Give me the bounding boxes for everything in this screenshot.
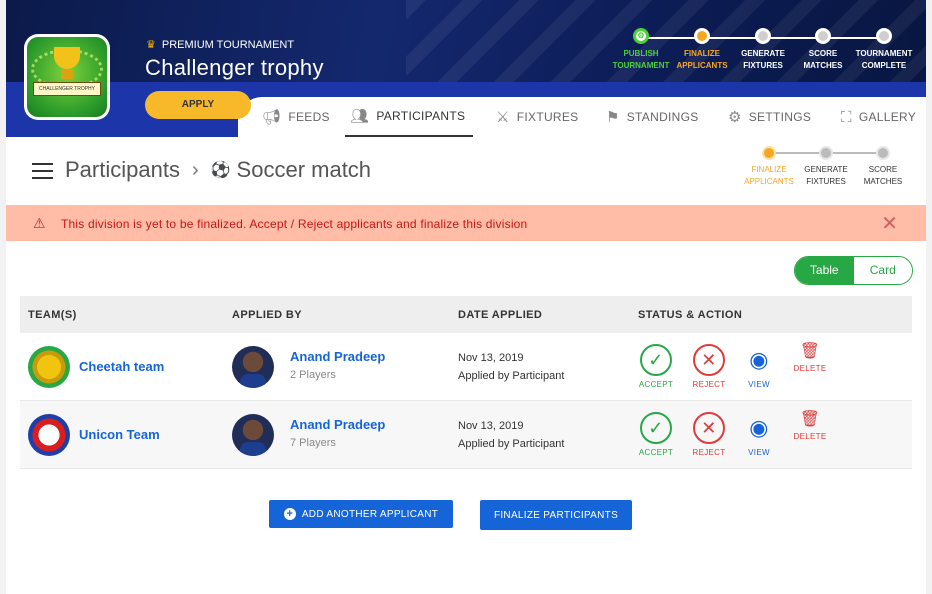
avatar bbox=[232, 346, 274, 388]
tab-settings[interactable]: ⚙ SETTINGS bbox=[728, 97, 811, 137]
calendar-icon bbox=[876, 146, 890, 160]
header-teams: TEAM(S) bbox=[28, 308, 77, 321]
step-generate-fixtures[interactable]: GENERATE FIXTURES bbox=[796, 146, 856, 188]
step-finalize-applicants[interactable]: FINALIZE APPLICANTS bbox=[739, 146, 799, 188]
tournament-tabs: 📢︎ FEEDS 👥︎ PARTICIPANTS ⚔︎ FIXTURES ⚑ S… bbox=[238, 97, 926, 137]
chevron-right-icon: › bbox=[191, 158, 199, 181]
premium-label: PREMIUM TOURNAMENT bbox=[161, 38, 295, 51]
breadcrumb-participants[interactable]: Participants bbox=[65, 157, 180, 183]
logo-ribbon: CHALLENGER TROPHY bbox=[33, 82, 101, 96]
user-icon bbox=[694, 28, 710, 44]
applicant-name[interactable]: Anand Pradeep bbox=[290, 417, 385, 432]
team-name[interactable]: Cheetah team bbox=[79, 359, 164, 374]
fixtures-icon bbox=[819, 146, 833, 160]
participants-table: TEAM(S) APPLIED BY DATE APPLIED STATUS &… bbox=[20, 296, 912, 469]
add-another-applicant-button[interactable]: + ADD ANOTHER APPLICANT bbox=[269, 500, 453, 528]
accept-button[interactable]: ✓ ACCEPT bbox=[631, 412, 681, 457]
reject-button[interactable]: ✕ REJECT bbox=[684, 412, 734, 457]
plus-icon: + bbox=[283, 508, 296, 520]
soccer-ball-icon: ⚽ bbox=[210, 162, 231, 179]
header-status-action: STATUS & ACTION bbox=[638, 308, 743, 321]
team-name[interactable]: Unicon Team bbox=[79, 427, 160, 442]
team-logo bbox=[28, 414, 70, 456]
breadcrumb: Participants › ⚽ Soccer match bbox=[65, 157, 371, 183]
applicant-name[interactable]: Anand Pradeep bbox=[290, 349, 385, 364]
close-icon: ✕ bbox=[693, 344, 725, 376]
participants-icon: 👥︎ bbox=[350, 108, 370, 125]
close-icon: ✕ bbox=[693, 412, 725, 444]
header-date-applied: DATE APPLIED bbox=[458, 308, 543, 321]
finalize-alert: ⚠ This division is yet to be finalized. … bbox=[6, 205, 926, 241]
user-icon bbox=[762, 146, 776, 160]
megaphone-icon: 📢︎ bbox=[262, 109, 282, 126]
view-button[interactable]: ◉ VIEW bbox=[734, 344, 784, 389]
fixtures-icon: ⚔︎ bbox=[496, 109, 510, 126]
step-finalize-applicants[interactable]: FINALIZE APPLICANTS bbox=[667, 28, 737, 72]
view-toggle: Table Card bbox=[794, 256, 913, 285]
calendar-icon bbox=[815, 28, 831, 44]
premium-badge: ♛ PREMIUM TOURNAMENT bbox=[146, 38, 295, 52]
table-row: Cheetah team Anand Pradeep 2 Players Nov… bbox=[20, 333, 912, 401]
reject-button[interactable]: ✕ REJECT bbox=[684, 344, 734, 389]
table-row: Unicon Team Anand Pradeep 7 Players Nov … bbox=[20, 401, 912, 469]
card-view-button[interactable]: Card bbox=[853, 257, 912, 284]
tournament-logo: CHALLENGER TROPHY bbox=[24, 34, 110, 120]
date-applied: Nov 13, 2019 bbox=[458, 420, 524, 432]
date-applied: Nov 13, 2019 bbox=[458, 352, 524, 364]
gear-icon: ⚙ bbox=[633, 28, 649, 44]
trash-icon: 🗑︎ bbox=[799, 411, 821, 428]
step-score-matches[interactable]: SCORE MATCHES bbox=[788, 28, 858, 72]
applied-by-label: Applied by Participant bbox=[458, 438, 565, 450]
delete-button[interactable]: 🗑︎ DELETE bbox=[785, 341, 835, 373]
header-applied-by: APPLIED BY bbox=[232, 308, 303, 321]
finalize-participants-button[interactable]: FINALIZE PARTICIPANTS bbox=[480, 500, 632, 530]
applied-by-label: Applied by Participant bbox=[458, 370, 565, 382]
gear-icon: ⚙ bbox=[728, 109, 742, 126]
team-logo bbox=[28, 346, 70, 388]
tab-feeds[interactable]: 📢︎ FEEDS bbox=[262, 97, 330, 137]
trash-icon: 🗑︎ bbox=[799, 343, 821, 360]
avatar bbox=[232, 414, 274, 456]
crown-icon: ♛ bbox=[146, 39, 156, 51]
close-icon[interactable]: ✕ bbox=[881, 211, 898, 236]
page: CHALLENGER TROPHY ♛ PREMIUM TOURNAMENT C… bbox=[6, 0, 926, 594]
check-icon: ✓ bbox=[640, 344, 672, 376]
step-tournament-complete[interactable]: TOURNAMENT COMPLETE bbox=[849, 28, 919, 72]
step-score-matches[interactable]: SCORE MATCHES bbox=[853, 146, 913, 188]
table-view-button[interactable]: Table bbox=[795, 257, 854, 284]
table-header: TEAM(S) APPLIED BY DATE APPLIED STATUS &… bbox=[20, 296, 912, 333]
tab-fixtures[interactable]: ⚔︎ FIXTURES bbox=[496, 97, 579, 137]
fixtures-icon bbox=[755, 28, 771, 44]
check-icon: ✓ bbox=[640, 412, 672, 444]
tournament-stepper: ⚙ PUBLISH TOURNAMENT FINALIZE APPLICANTS… bbox=[606, 28, 912, 78]
player-count: 7 Players bbox=[290, 437, 336, 449]
apply-button[interactable]: APPLY bbox=[145, 91, 251, 119]
tournament-title: Challenger trophy bbox=[145, 55, 324, 80]
alert-message: This division is yet to be finalized. Ac… bbox=[61, 217, 528, 231]
hamburger-menu-icon[interactable] bbox=[32, 163, 53, 179]
breadcrumb-division: Soccer match bbox=[236, 157, 372, 182]
tab-participants[interactable]: 👥︎ PARTICIPANTS bbox=[345, 97, 474, 137]
tab-standings[interactable]: ⚑ STANDINGS bbox=[606, 97, 699, 137]
division-stepper: FINALIZE APPLICANTS GENERATE FIXTURES SC… bbox=[736, 146, 916, 196]
warning-icon: ⚠ bbox=[33, 215, 46, 231]
trophy-icon bbox=[876, 28, 892, 44]
standings-icon: ⚑ bbox=[606, 109, 620, 126]
accept-button[interactable]: ✓ ACCEPT bbox=[631, 344, 681, 389]
eye-icon: ◉ bbox=[749, 415, 769, 440]
eye-icon: ◉ bbox=[749, 347, 769, 372]
player-count: 2 Players bbox=[290, 369, 336, 381]
view-button[interactable]: ◉ VIEW bbox=[734, 412, 784, 457]
gallery-icon: ⛶ bbox=[841, 108, 852, 126]
delete-button[interactable]: 🗑︎ DELETE bbox=[785, 409, 835, 441]
step-publish-tournament[interactable]: ⚙ PUBLISH TOURNAMENT bbox=[606, 28, 676, 72]
tab-gallery[interactable]: ⛶ GALLERY bbox=[841, 97, 916, 137]
